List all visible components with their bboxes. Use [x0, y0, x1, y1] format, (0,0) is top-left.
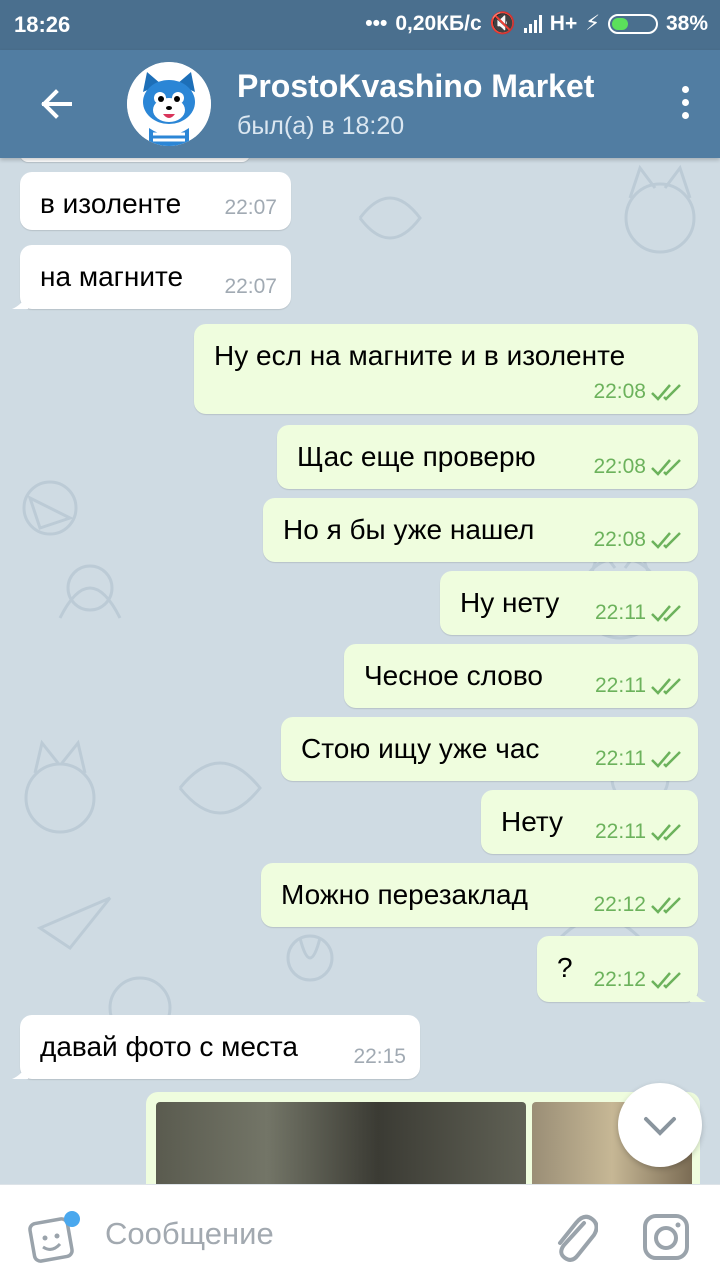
- network-type: H+: [549, 11, 578, 35]
- message-meta: 22:11: [595, 601, 684, 625]
- message-meta: 22:11: [595, 747, 684, 771]
- message-meta: 22:08: [593, 380, 684, 404]
- double-check-icon: [651, 384, 681, 401]
- message-list[interactable]: в изоленте 22:07 на магните 22:07 Ну есл…: [0, 158, 720, 1184]
- message-meta: 22:08: [593, 528, 684, 552]
- network-speed: 0,20КБ/с: [395, 11, 482, 35]
- message-meta: 22:12: [593, 893, 684, 917]
- message-time: 22:08: [593, 455, 646, 478]
- double-check-icon: [651, 605, 681, 622]
- bubble-tail: [690, 986, 706, 1002]
- message-meta: 22:15: [353, 1045, 406, 1069]
- chevron-down-icon: [644, 1117, 676, 1136]
- photo-message[interactable]: [146, 1092, 700, 1184]
- double-check-icon: [651, 678, 681, 695]
- double-check-icon: [651, 751, 681, 768]
- message-time: 22:12: [593, 893, 646, 916]
- message-time: 22:08: [593, 380, 646, 403]
- photo-thumbnail[interactable]: [156, 1102, 526, 1184]
- status-time: 18:26: [14, 12, 71, 37]
- double-check-icon: [651, 824, 681, 841]
- message-bubble-incoming[interactable]: давай фото с места 22:15: [12, 1015, 420, 1079]
- status-bar: 18:26 ••• 0,20КБ/с 🔇 H+ ⚡ 38%: [0, 0, 720, 50]
- message-bubble-incoming[interactable]: в изоленте 22:07: [20, 172, 291, 230]
- message-bubble-outgoing[interactable]: Чесное слово 22:11: [344, 644, 698, 708]
- message-meta: 22:08: [593, 455, 684, 479]
- message-text: Чесное слово: [364, 660, 543, 691]
- message-bubble-partial[interactable]: [20, 158, 250, 162]
- message-time: 22:11: [595, 674, 646, 697]
- message-bubble-outgoing[interactable]: Щас еще проверю 22:08: [277, 425, 698, 489]
- chat-title[interactable]: ProstoKvashino Market: [237, 68, 594, 105]
- message-composer: Сообщение: [0, 1184, 720, 1280]
- double-check-icon: [651, 897, 681, 914]
- message-input[interactable]: Сообщение: [105, 1216, 274, 1252]
- message-bubble-outgoing[interactable]: Но я бы уже нашел 22:08: [263, 498, 698, 562]
- last-seen-status: был(а) в 18:20: [237, 112, 405, 140]
- message-time: 22:11: [595, 601, 646, 624]
- arrow-left-icon[interactable]: [36, 84, 76, 124]
- message-text: Но я бы уже нашел: [283, 514, 535, 545]
- message-meta: 22:07: [224, 196, 277, 220]
- more-dots-icon: •••: [365, 11, 388, 35]
- message-time: 22:08: [593, 528, 646, 551]
- message-bubble-outgoing[interactable]: ? 22:12: [537, 936, 706, 1002]
- battery-percent: 38%: [665, 11, 708, 35]
- message-text: Нету: [501, 806, 564, 837]
- message-bubble-outgoing[interactable]: Нету 22:11: [481, 790, 698, 854]
- double-check-icon: [651, 459, 681, 476]
- message-time: 22:15: [353, 1045, 406, 1068]
- message-bubble-outgoing[interactable]: Стою ищу уже час 22:11: [281, 717, 698, 781]
- message-text: давай фото с места: [40, 1031, 299, 1062]
- message-bubble-incoming[interactable]: на магните 22:07: [12, 245, 291, 309]
- scroll-down-button[interactable]: [618, 1083, 702, 1167]
- chat-header: ProstoKvashino Market был(а) в 18:20: [0, 50, 720, 158]
- message-text: Ну нету: [460, 587, 560, 618]
- avatar[interactable]: [127, 62, 211, 146]
- camera-icon[interactable]: [640, 1211, 692, 1263]
- message-bubble-outgoing[interactable]: Ну есл на магните и в изоленте 22:08: [194, 324, 698, 414]
- message-text: Щас еще проверю: [297, 441, 536, 472]
- message-meta: 22:11: [595, 674, 684, 698]
- message-bubble-outgoing[interactable]: Ну нету 22:11: [440, 571, 698, 635]
- sticker-icon[interactable]: [26, 1209, 82, 1265]
- bubble-tail: [12, 293, 28, 309]
- message-meta: 22:12: [593, 968, 684, 992]
- message-time: 22:12: [593, 968, 646, 991]
- message-time: 22:07: [224, 196, 277, 219]
- charging-icon: ⚡: [585, 12, 600, 35]
- message-text: Можно перезаклад: [281, 879, 528, 910]
- message-meta: 22:07: [224, 275, 277, 299]
- double-check-icon: [651, 972, 681, 989]
- message-bubble-outgoing[interactable]: Можно перезаклад 22:12: [261, 863, 698, 927]
- message-text: на магните: [40, 261, 184, 292]
- more-vertical-icon[interactable]: [680, 86, 690, 122]
- message-text: в изоленте: [40, 188, 182, 219]
- message-meta: 22:11: [595, 820, 684, 844]
- status-right: ••• 0,20КБ/с 🔇 H+ ⚡ 38%: [365, 11, 708, 36]
- message-text: Стою ищу уже час: [301, 733, 540, 764]
- message-text: ?: [557, 952, 573, 983]
- bubble-tail: [12, 1063, 28, 1079]
- message-time: 22:11: [595, 747, 646, 770]
- message-time: 22:11: [595, 820, 646, 843]
- signal-icon: [523, 14, 542, 33]
- paperclip-icon[interactable]: [550, 1209, 598, 1263]
- cat-mascot-icon: [127, 62, 211, 146]
- mute-icon: 🔇: [489, 11, 516, 35]
- message-text: Ну есл на магните и в изоленте: [214, 340, 626, 371]
- message-time: 22:07: [224, 275, 277, 298]
- battery-icon: [607, 13, 658, 34]
- double-check-icon: [651, 532, 681, 549]
